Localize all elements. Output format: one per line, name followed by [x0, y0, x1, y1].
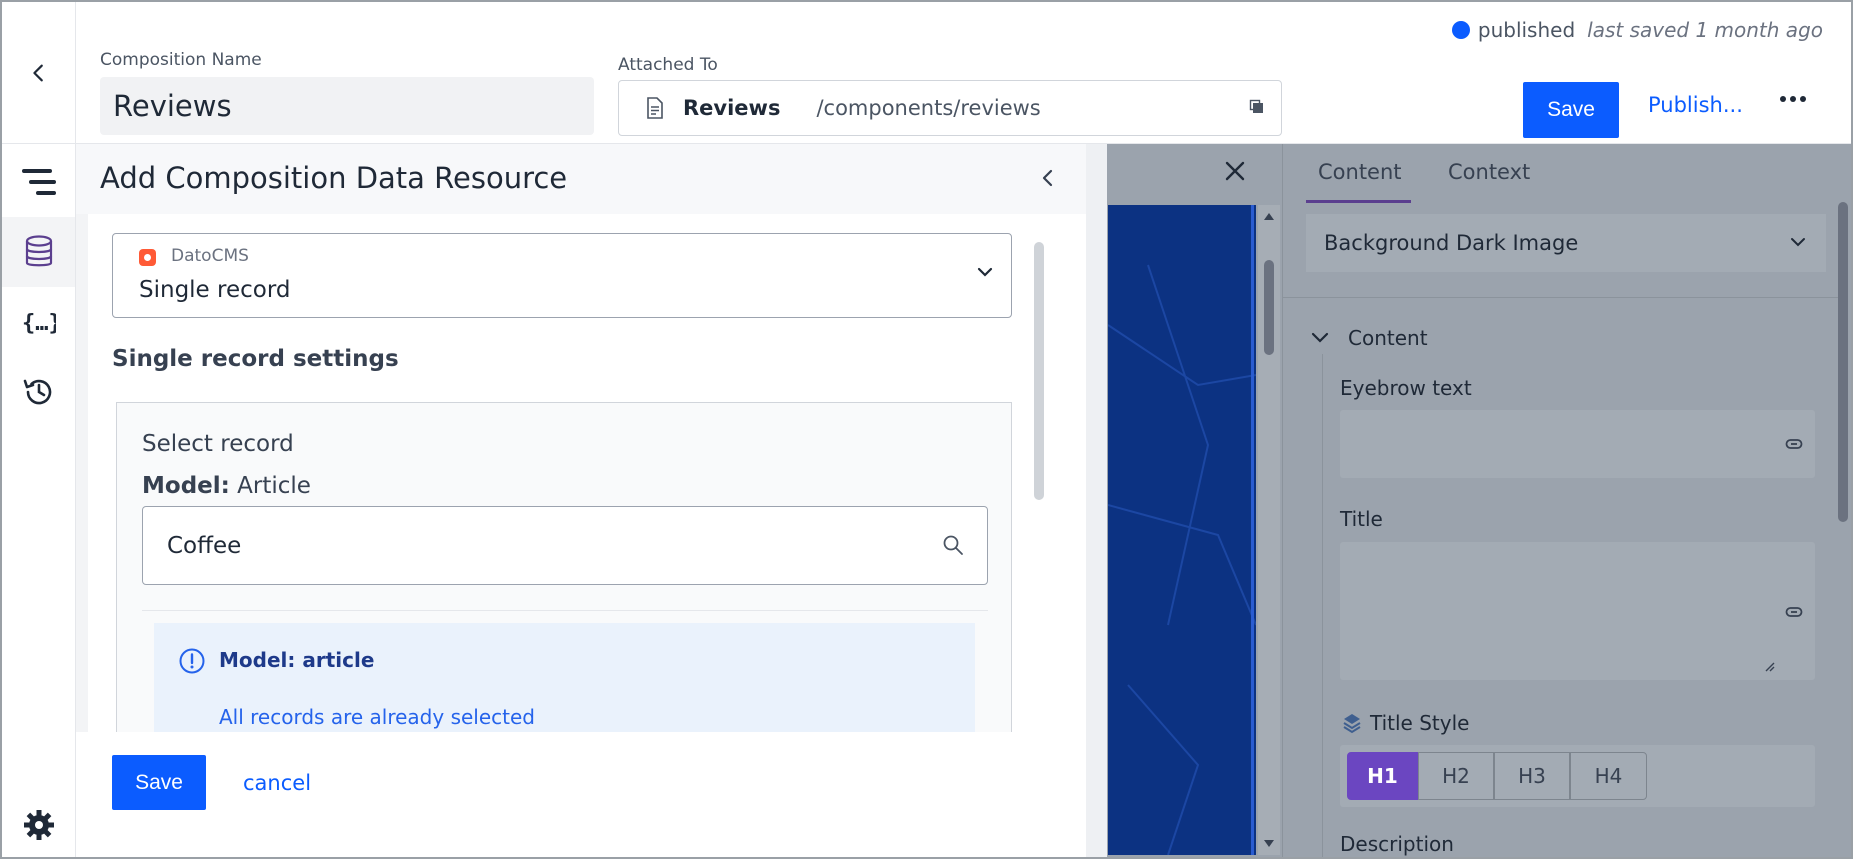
title-style-h2[interactable]: H2 [1418, 752, 1494, 800]
model-value: Article [237, 473, 311, 499]
eyebrow-label: Eyebrow text [1340, 376, 1472, 400]
chevron-left-icon [1042, 169, 1053, 187]
structure-icon [21, 169, 56, 195]
save-button[interactable]: Save [1523, 82, 1619, 138]
app-window: Composition Name Reviews Attached To Rev… [0, 0, 1853, 859]
props-divider [1282, 297, 1842, 298]
panel-title: Add Composition Data Resource [100, 161, 568, 195]
dot-icon [1780, 96, 1786, 102]
publish-status: published last saved 1 month ago [1451, 18, 1823, 42]
svg-text:{…}: {…} [22, 311, 56, 336]
title-style-h1[interactable]: H1 [1347, 752, 1418, 800]
background-select[interactable]: Background Dark Image [1306, 214, 1826, 272]
composition-header: Composition Name Reviews Attached To Rev… [2, 2, 1851, 144]
preview-canvas [1108, 205, 1256, 855]
chevron-down-icon[interactable] [1311, 330, 1329, 344]
composition-name-input[interactable]: Reviews [100, 77, 594, 135]
database-icon [25, 235, 52, 267]
datocms-logo-icon [139, 249, 156, 266]
last-saved-text: last saved 1 month ago [1587, 18, 1823, 42]
chevron-down-icon [1791, 238, 1805, 247]
preview-scroll-thumb[interactable] [1264, 260, 1274, 355]
dot-icon [1790, 96, 1796, 102]
content-section-title[interactable]: Content [1348, 326, 1428, 350]
model-prefix: Model: [142, 473, 230, 499]
properties-scrollbar[interactable] [1838, 202, 1848, 522]
attached-to-field[interactable]: Reviews /components/reviews [618, 80, 1282, 136]
save-resource-button[interactable]: Save [112, 755, 206, 810]
exclamation-circle-icon [179, 648, 205, 674]
scroll-down-icon [1264, 840, 1274, 847]
status-text: published [1477, 18, 1576, 42]
data-source-name: DatoCMS [171, 246, 249, 266]
chevron-left-icon [32, 64, 43, 82]
collapse-panel-button[interactable] [1038, 168, 1058, 192]
layers-icon [1343, 714, 1361, 734]
resize-handle-icon[interactable] [1763, 660, 1775, 672]
history-icon [23, 379, 51, 405]
title-label: Title [1340, 507, 1383, 531]
select-record-label: Select record [142, 431, 294, 457]
scroll-up-icon [1264, 213, 1274, 220]
title-style-h3[interactable]: H3 [1494, 752, 1570, 800]
publish-button[interactable]: Publish... [1648, 93, 1743, 117]
settings-section-title: Single record settings [112, 346, 399, 372]
tab-context[interactable]: Context [1448, 160, 1530, 184]
record-search-input[interactable]: Coffee [142, 506, 988, 585]
panel-footer [76, 732, 1086, 857]
rail-data-resources[interactable] [2, 217, 75, 287]
copy-icon[interactable] [1249, 99, 1265, 115]
rail-history[interactable] [2, 357, 75, 427]
document-icon [647, 97, 663, 119]
background-select-value: Background Dark Image [1324, 231, 1579, 255]
close-icon [1225, 161, 1245, 181]
section-indent-line [1322, 354, 1323, 857]
back-button[interactable] [2, 2, 76, 144]
attached-to-label: Attached To [618, 55, 718, 75]
tab-content[interactable]: Content [1318, 160, 1402, 184]
record-divider [142, 610, 988, 611]
data-type-select[interactable]: DatoCMS Single record [112, 233, 1012, 318]
attached-composition-path: /components/reviews [816, 96, 1041, 120]
title-style-label: Title Style [1370, 711, 1470, 735]
title-style-h4[interactable]: H4 [1570, 752, 1647, 800]
dot-icon [1800, 96, 1806, 102]
link-icon [1785, 439, 1803, 449]
search-icon[interactable] [942, 534, 964, 556]
info-message: All records are already selected [219, 705, 535, 729]
data-type-value: Single record [139, 277, 291, 303]
panel-header: Add Composition Data Resource [76, 144, 1107, 214]
gear-icon [24, 810, 54, 840]
panel-gutter [1086, 144, 1107, 857]
description-label: Description [1340, 832, 1454, 856]
title-input[interactable] [1340, 542, 1815, 680]
panel-scrollbar[interactable] [1034, 242, 1044, 500]
info-title: Model: article [219, 648, 375, 672]
model-label: Model: Article [142, 473, 311, 499]
rail-structure[interactable] [2, 147, 75, 217]
chevron-down-icon [977, 267, 993, 277]
composition-name-label: Composition Name [100, 50, 262, 70]
preview-background-pattern [1108, 205, 1256, 855]
eyebrow-input[interactable] [1340, 410, 1815, 478]
close-preview-button[interactable] [1224, 160, 1246, 186]
status-dot-icon [1451, 21, 1470, 39]
link-icon [1785, 607, 1803, 617]
attached-composition-name: Reviews [683, 96, 781, 120]
curly-braces-icon: {…} [22, 311, 56, 336]
settings-button[interactable] [22, 808, 56, 846]
rail-parameters[interactable]: {…} [2, 287, 75, 357]
more-options-button[interactable] [1780, 96, 1806, 102]
left-rail: {…} [2, 144, 76, 857]
active-tab-indicator [1306, 200, 1411, 203]
cancel-button[interactable]: cancel [243, 771, 311, 795]
